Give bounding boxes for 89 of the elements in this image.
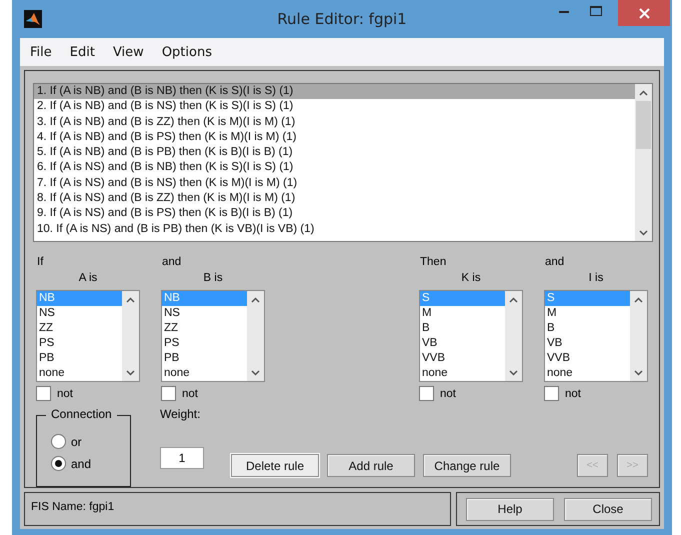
membership-option[interactable]: M [545,306,630,321]
scroll-down-icon[interactable] [251,370,260,376]
scrollbar[interactable] [635,84,652,241]
scroll-up-icon[interactable] [639,90,648,96]
rule-item[interactable]: 2. If (A is NB) and (B is NS) then (K is S)(I is S) (1) [34,99,635,115]
scrollbar[interactable] [122,291,139,381]
close-button[interactable] [618,0,670,26]
radio-label: and [71,456,92,470]
window-title: Rule Editor: fgpi1 [277,10,407,28]
membership-option[interactable]: NS [37,306,122,321]
variable-label: B is [202,271,224,286]
membership-option[interactable]: PS [162,336,247,351]
membership-option[interactable]: VB [545,336,630,351]
menu-item[interactable]: Edit [62,44,103,60]
membership-listbox[interactable]: S M B VB VVB none [544,290,648,382]
membership-option[interactable]: VB [420,336,505,351]
radio-label: or [71,434,82,448]
minimize-icon[interactable] [559,10,569,12]
rule-item[interactable]: 10. If (A is NS) and (B is PB) then (K is VB)(I is VB) (1) [34,222,635,237]
scroll-down-icon[interactable] [126,370,135,376]
variable-label: K is [460,271,482,286]
membership-listbox[interactable]: S M B VB VVB none [419,290,523,382]
rule-button[interactable]: Change rule [423,454,511,477]
scroll-down-icon[interactable] [639,230,648,236]
menu-item[interactable]: View [104,44,152,60]
membership-option[interactable]: B [420,321,505,336]
scroll-up-icon[interactable] [634,296,643,302]
maximize-icon[interactable] [590,6,602,16]
scroll-down-icon[interactable] [509,370,518,376]
variable-heading: If [37,255,44,270]
scrollbar[interactable] [505,291,522,381]
membership-option[interactable]: ZZ [162,321,247,336]
variable-heading: Then [420,255,448,270]
membership-listbox[interactable]: NB NS ZZ PS PB none [36,290,140,382]
rule-button[interactable]: Delete rule [231,454,319,477]
rule-item[interactable]: 3. If (A is NB) and (B is ZZ) then (K is M)(I is M) (1) [34,114,635,130]
rule-item[interactable]: 6. If (A is NS) and (B is NB) then (K is S)(I is S) (1) [34,160,635,176]
scroll-up-icon[interactable] [509,296,518,302]
scrollbar[interactable] [630,291,647,381]
not-label: not [57,388,73,400]
weight-label: Weight: [160,407,202,421]
scroll-up-icon[interactable] [126,296,135,302]
membership-option[interactable]: VVB [545,351,630,366]
not-label: not [182,388,198,400]
not-checkbox[interactable] [36,386,51,401]
membership-option[interactable]: VVB [420,351,505,366]
close-icon[interactable] [638,8,650,18]
membership-option[interactable]: NS [162,306,247,321]
scroll-up-icon[interactable] [251,296,260,302]
rule-item[interactable]: 7. If (A is NS) and (B is NS) then (K is M)(I is M) (1) [34,176,635,192]
membership-option[interactable]: none [420,366,505,381]
rule-item[interactable]: 8. If (A is NS) and (B is ZZ) then (K is M)(I is M) (1) [34,191,635,206]
rule-item[interactable]: 5. If (A is NB) and (B is PB) then (K is B)(I is B) (1) [34,145,635,160]
rule-item[interactable]: 4. If (A is NB) and (B is PS) then (K is M)(I is M) (1) [34,130,635,146]
not-checkbox[interactable] [544,386,559,401]
rule-item[interactable]: 9. If (A is NS) and (B is PS) then (K is B)(I is B) (1) [34,206,635,222]
variable-label: A is [78,271,98,286]
not-checkbox[interactable] [161,386,176,401]
menu-item[interactable]: File [22,44,60,60]
membership-option[interactable]: ZZ [37,321,122,336]
rule-item[interactable]: 1. If (A is NB) and (B is NB) then (K is S)(I is S) (1) [34,84,635,100]
membership-option[interactable]: M [420,306,505,321]
membership-option[interactable]: none [545,366,630,381]
app-logo-icon [24,10,42,28]
membership-option[interactable]: PB [37,351,122,366]
weight-field[interactable]: 1 [160,447,204,469]
membership-option[interactable]: none [162,366,247,381]
footer-button[interactable]: Close [564,498,652,520]
membership-option[interactable]: PB [162,351,247,366]
membership-option[interactable]: none [37,366,122,381]
variable-heading: and [545,255,566,270]
not-checkbox[interactable] [419,386,434,401]
connection-title: Connection [46,407,117,421]
scrollbar[interactable] [247,291,264,381]
radio-button[interactable] [51,434,66,449]
status-text: FIS Name: fgpi1 [24,492,451,526]
rule-listbox[interactable] [33,83,653,242]
scroll-down-icon[interactable] [634,370,643,376]
not-label: not [565,388,581,400]
radio-button[interactable] [51,456,66,471]
footer-button[interactable]: Help [466,498,554,520]
menu-item[interactable]: Options [154,44,220,60]
membership-option[interactable]: B [545,321,630,336]
variable-label: I is [588,271,604,286]
membership-listbox[interactable]: NB NS ZZ PS PB none [161,290,265,382]
not-label: not [440,388,456,400]
membership-option[interactable]: PS [37,336,122,351]
variable-heading: and [162,255,182,270]
rule-button[interactable]: Add rule [327,454,415,477]
